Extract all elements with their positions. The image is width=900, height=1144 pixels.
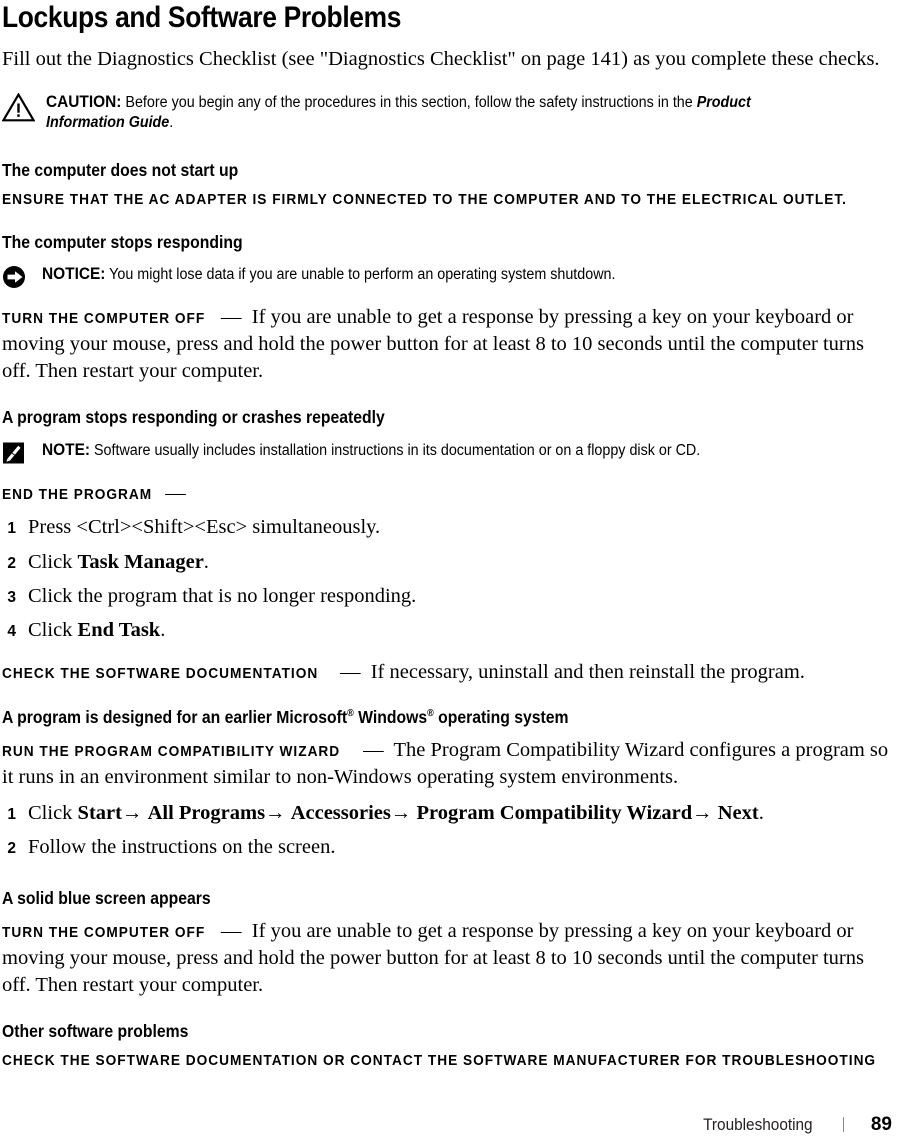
footer-separator bbox=[842, 1117, 844, 1132]
note-lead: NOTE: bbox=[42, 439, 91, 459]
check-software-doc-body: If necessary, uninstall and then reinsta… bbox=[370, 660, 805, 683]
registered-mark-icon: ® bbox=[347, 708, 354, 720]
menu-path-start: Start bbox=[77, 801, 122, 824]
note-body: Software usually includes installation i… bbox=[93, 441, 701, 459]
step-number: 2 bbox=[7, 554, 16, 572]
step-number: 1 bbox=[7, 520, 16, 538]
runin-ensure-ac-adapter: Ensure that the AC adapter is firmly con… bbox=[2, 191, 847, 208]
runin-check-software-or-contact-manufacturer: Check the software documentation or cont… bbox=[2, 1053, 877, 1069]
notice-body: You might lose data if you are unable to… bbox=[109, 265, 616, 283]
caution-callout: CAUTION: Before you begin any of the pro… bbox=[1, 91, 892, 134]
footer-page-number: 89 bbox=[870, 1114, 892, 1135]
runin-turn-computer-off-1: Turn the computer off — If you are unabl… bbox=[2, 305, 864, 382]
step-text: Click Start→ All Programs→ Accessories→ … bbox=[28, 801, 764, 824]
section-heading-not-start: The computer does not start up bbox=[2, 159, 239, 180]
runin-turn-computer-off-2: Turn the computer off — If you are unabl… bbox=[2, 919, 864, 996]
menu-path-program-compatibility-wizard: Program Compatibility Wizard bbox=[416, 801, 693, 824]
runin-check-software-documentation: Check the software documentation — If ne… bbox=[2, 660, 805, 683]
registered-mark-icon: ® bbox=[427, 708, 434, 720]
list-item: 2 Follow the instructions on the screen. bbox=[2, 834, 892, 861]
step-number: 1 bbox=[7, 805, 16, 823]
notice-callout: NOTICE: You might lose data if you are u… bbox=[2, 263, 892, 294]
arrow-right-icon: → bbox=[692, 801, 713, 824]
ui-term-end-task: End Task bbox=[77, 618, 161, 641]
warning-triangle-icon bbox=[1, 91, 46, 127]
caution-body-pre: Before you begin any of the procedures i… bbox=[125, 93, 697, 111]
step-number: 2 bbox=[7, 839, 16, 857]
runin-end-the-program: End the program — bbox=[2, 481, 186, 504]
footer-chapter-label: Troubleshooting bbox=[702, 1116, 813, 1134]
caution-text: CAUTION: Before you begin any of the pro… bbox=[46, 91, 833, 134]
list-item: 4 Click End Task. bbox=[2, 617, 892, 644]
steps-end-program: 1 Press <Ctrl><Shift><Esc> simultaneousl… bbox=[2, 514, 892, 643]
note-pen-icon bbox=[2, 439, 42, 470]
page-footer: Troubleshooting 89 bbox=[0, 1114, 892, 1136]
arrow-right-icon: → bbox=[121, 801, 143, 824]
document-page: Lockups and Software Problems Fill out t… bbox=[0, 0, 900, 1144]
intro-paragraph: Fill out the Diagnostics Checklist (see … bbox=[2, 47, 880, 70]
note-text: NOTE: Software usually includes installa… bbox=[42, 439, 833, 461]
step-text: Click the program that is no longer resp… bbox=[28, 584, 417, 607]
list-item: 3 Click the program that is no longer re… bbox=[2, 583, 892, 610]
step-text: Click End Task. bbox=[28, 618, 166, 641]
caution-body-post: . bbox=[169, 114, 174, 132]
section-heading-earlier-windows: A program is designed for an earlier Mic… bbox=[2, 707, 569, 728]
step-text: Follow the instructions on the screen. bbox=[28, 835, 336, 858]
step-text: Press <Ctrl><Shift><Esc> simultaneously. bbox=[28, 516, 381, 539]
menu-path-next: Next bbox=[717, 801, 759, 824]
page-title: Lockups and Software Problems bbox=[2, 1, 402, 34]
note-callout: NOTE: Software usually includes installa… bbox=[2, 439, 892, 470]
ui-term-task-manager: Task Manager bbox=[77, 550, 204, 573]
list-item: 1 Press <Ctrl><Shift><Esc> simultaneousl… bbox=[2, 514, 892, 541]
list-item: 2 Click Task Manager. bbox=[2, 549, 892, 576]
list-item: 1 Click Start→ All Programs→ Accessories… bbox=[2, 800, 892, 827]
runin-run-program-compatibility-wizard: Run the Program Compatibility Wizard — T… bbox=[2, 739, 889, 789]
step-number: 3 bbox=[7, 588, 16, 606]
steps-compatibility-wizard: 1 Click Start→ All Programs→ Accessories… bbox=[2, 800, 892, 861]
menu-path-all-programs: All Programs bbox=[147, 801, 266, 824]
section-heading-other-software: Other software problems bbox=[2, 1020, 189, 1041]
section-heading-program-crashes: A program stops responding or crashes re… bbox=[2, 406, 385, 427]
caution-lead: CAUTION: bbox=[46, 91, 122, 111]
notice-text: NOTICE: You might lose data if you are u… bbox=[42, 263, 833, 285]
step-number: 4 bbox=[7, 622, 16, 640]
notice-arrow-circle-icon bbox=[2, 263, 42, 294]
menu-path-accessories: Accessories bbox=[290, 801, 391, 824]
step-text: Click Task Manager. bbox=[28, 550, 209, 573]
section-heading-stops-responding: The computer stops responding bbox=[2, 232, 243, 253]
notice-lead: NOTICE: bbox=[42, 263, 106, 283]
arrow-right-icon: → bbox=[265, 801, 286, 824]
arrow-right-icon: → bbox=[390, 801, 412, 824]
section-heading-blue-screen: A solid blue screen appears bbox=[2, 887, 211, 908]
